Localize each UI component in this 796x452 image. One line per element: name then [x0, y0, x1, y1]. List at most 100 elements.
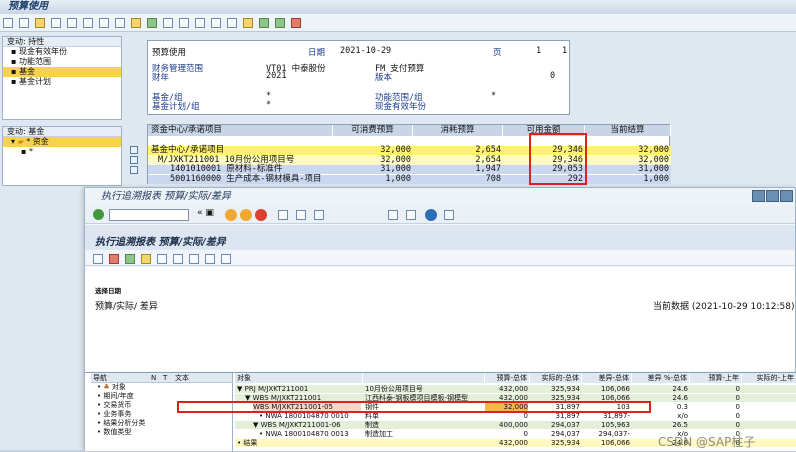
- version-label: 版本: [375, 73, 393, 83]
- table-icon[interactable]: [115, 18, 125, 28]
- layout-icon[interactable]: [444, 210, 454, 220]
- back-icon[interactable]: [3, 18, 13, 28]
- close-icon[interactable]: [780, 190, 793, 202]
- shortcut-icon[interactable]: [406, 210, 416, 220]
- tree-item[interactable]: ▪ 基金: [3, 67, 121, 77]
- table-cell: 32,000: [380, 145, 411, 155]
- edit-icon[interactable]: [173, 254, 183, 264]
- print-icon[interactable]: [109, 254, 119, 264]
- expand-icon[interactable]: [130, 156, 138, 164]
- highlight-box: [177, 401, 651, 413]
- minimize-icon[interactable]: [752, 190, 765, 202]
- nav-item[interactable]: • 期间/年度: [91, 392, 232, 401]
- column-header[interactable]: 预算-总体: [485, 373, 530, 383]
- table-cell: • NWA 1800104870 0013: [259, 430, 349, 438]
- table-row[interactable]: • NWA 1800104870 0010 料单 0 31,897 31,897- x/o…: [235, 412, 796, 420]
- export-icon[interactable]: [141, 254, 151, 264]
- export-icon[interactable]: [243, 18, 253, 28]
- fund-tree: 变动: 基金 ▾ ▰ * 资金 ▪ *: [2, 126, 122, 186]
- last-page-icon[interactable]: [227, 18, 237, 28]
- info-icon[interactable]: [93, 254, 103, 264]
- report-heading-bar: 执行追溯报表 预算/实际/差异: [85, 225, 795, 253]
- prev-page-icon[interactable]: [195, 18, 205, 28]
- tree-item[interactable]: ▪ 现金有效年份: [3, 47, 121, 57]
- year-label: 财年: [152, 73, 170, 83]
- enter-icon[interactable]: [93, 209, 104, 220]
- new-session-icon[interactable]: [388, 210, 398, 220]
- table-cell: 0: [735, 403, 740, 411]
- table-cell: 1,000: [643, 173, 669, 184]
- filter-icon[interactable]: [83, 18, 93, 28]
- filter-icon[interactable]: [189, 254, 199, 264]
- column-header[interactable]: 实际的-上年: [742, 373, 796, 383]
- collapse-icon[interactable]: « ▣: [197, 208, 214, 218]
- layout-icon[interactable]: [259, 18, 269, 28]
- expand-icon[interactable]: [130, 146, 138, 154]
- column-header[interactable]: 当前结算: [585, 125, 671, 136]
- exit-icon[interactable]: [240, 209, 252, 221]
- tree-item[interactable]: ▪ 基金计划: [3, 77, 121, 87]
- find-icon[interactable]: [163, 18, 173, 28]
- table-cell: 432,000: [499, 385, 528, 393]
- column-header[interactable]: 差异-总体: [582, 373, 632, 383]
- grid-icon[interactable]: [67, 18, 77, 28]
- settings-icon[interactable]: [291, 18, 301, 28]
- table-cell: 1,947: [475, 164, 501, 174]
- column-header[interactable]: 消耗预算: [413, 125, 503, 136]
- document-icon[interactable]: [221, 254, 231, 264]
- table-row[interactable]: 基金中心/承诺项目 32,000 2,654 29,346 32,000: [148, 146, 671, 155]
- list-icon[interactable]: [51, 18, 61, 28]
- table-cell: 432,000: [499, 439, 528, 447]
- print-icon[interactable]: [278, 210, 288, 220]
- column-header[interactable]: 差异 %-总体: [632, 373, 690, 383]
- table-row[interactable]: ▼ WBS M/JXKT211001-06 制造 400,000 294,037 105…: [235, 421, 796, 429]
- tree-item[interactable]: ▪ 功能范围: [3, 57, 121, 67]
- table-cell: 5001160000 生产成本-钢材模具-项目: [170, 173, 322, 184]
- column-header[interactable]: 实际的-总体: [530, 373, 582, 383]
- report-title: 预算使用: [152, 48, 187, 58]
- expand-icon[interactable]: [130, 166, 138, 174]
- sum-icon[interactable]: [131, 18, 141, 28]
- tree-item[interactable]: ▾ ▰ * 资金: [3, 137, 121, 147]
- nav-item[interactable]: • 结果分析分类: [91, 419, 232, 428]
- nav-item[interactable]: • 数值类型: [91, 428, 232, 437]
- table-cell: 105,963: [601, 421, 630, 429]
- sort-icon[interactable]: [147, 18, 157, 28]
- print-icon[interactable]: [99, 18, 109, 28]
- help-icon[interactable]: [425, 209, 437, 221]
- column-header[interactable]: 可消费预算: [333, 125, 413, 136]
- table-cell: 2,654: [475, 145, 501, 155]
- hierarchy-icon[interactable]: [125, 254, 135, 264]
- table-row[interactable]: ▼ PRJ M/JXKT211001 10月份公用项目号 432,000 325,93…: [235, 385, 796, 393]
- layout-icon[interactable]: [157, 254, 167, 264]
- hierarchy-icon[interactable]: [275, 18, 285, 28]
- table-row[interactable]: 1401010001 原材料-标准件 31,000 1,947 29,053 31,00…: [148, 165, 671, 174]
- column-header[interactable]: 对象: [235, 373, 363, 383]
- nav-item[interactable]: • ♣ 对象: [91, 383, 232, 392]
- find-next-icon[interactable]: [314, 210, 324, 220]
- table-cell: 0: [523, 412, 528, 420]
- next-page-icon[interactable]: [211, 18, 221, 28]
- cancel-icon[interactable]: [255, 209, 267, 221]
- table-cell: 料单: [365, 412, 379, 420]
- nav-header: 导航 N T 文本: [91, 373, 232, 383]
- refresh-icon[interactable]: [19, 18, 29, 28]
- table-cell: 制造: [365, 421, 379, 429]
- table-cell: 0: [735, 394, 740, 402]
- maximize-icon[interactable]: [766, 190, 779, 202]
- find-icon[interactable]: [296, 210, 306, 220]
- table-row[interactable]: 5001160000 生产成本-钢材模具-项目 1,000 708 292 1,000: [148, 173, 671, 184]
- settings-icon[interactable]: [205, 254, 215, 264]
- table-cell: 32,000: [638, 145, 669, 155]
- table-cell: 400,000: [499, 421, 528, 429]
- folder-icon[interactable]: [35, 18, 45, 28]
- command-field[interactable]: [109, 209, 189, 221]
- column-header[interactable]: 预算-上年: [690, 373, 742, 383]
- table-cell: ▼ WBS M/JXKT211001-06: [253, 421, 341, 429]
- column-header[interactable]: 资金中心/承诺项目: [148, 125, 333, 136]
- date-value: 2021-10-29: [340, 46, 392, 56]
- back-icon[interactable]: [225, 209, 237, 221]
- first-page-icon[interactable]: [179, 18, 189, 28]
- column-header[interactable]: [363, 373, 485, 383]
- tree-item[interactable]: ▪ *: [3, 147, 121, 157]
